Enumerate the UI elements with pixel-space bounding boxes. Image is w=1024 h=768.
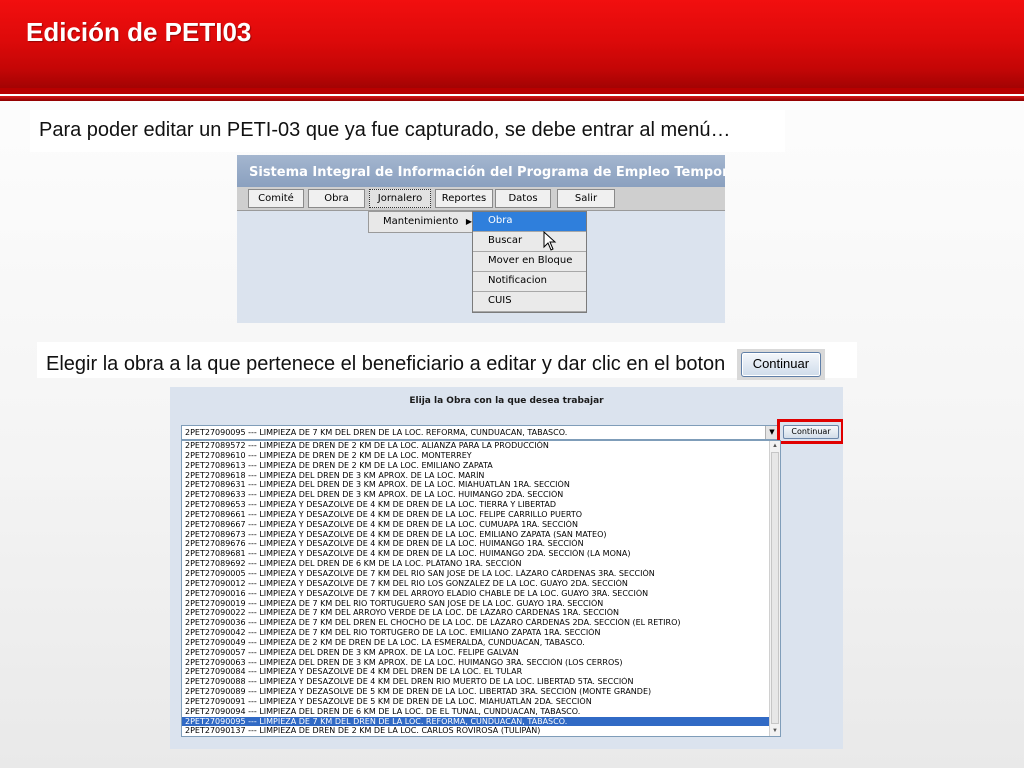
header-divider-dark — [0, 96, 1024, 101]
mantenimiento-dropdown: Obra Buscar Mover en Bloque Notificacion… — [472, 211, 587, 313]
scroll-thumb[interactable] — [771, 452, 779, 724]
menu-item-notificacion[interactable]: Notificacion — [473, 272, 586, 292]
obra-options-list[interactable]: 2PET27089572 --- LIMPIEZA DE DREN DE 2 K… — [181, 440, 781, 737]
obra-select-value: 2PET27090095 --- LIMPIEZA DE 7 KM DEL DR… — [185, 428, 568, 437]
list-item[interactable]: 2PET27089618 --- LIMPIEZA DEL DREN DE 3 … — [182, 471, 780, 481]
continuar-button-sample[interactable]: Continuar — [740, 352, 821, 377]
list-item[interactable]: 2PET27089667 --- LIMPIEZA Y DESAZOLVE DE… — [182, 520, 780, 530]
list-item[interactable]: 2PET27090063 --- LIMPIEZA DEL DREN DE 3 … — [182, 658, 780, 668]
list-item[interactable]: 2PET27089610 --- LIMPIEZA DE DREN DE 2 K… — [182, 451, 780, 461]
instruction-step-2-text: Elegir la obra a la que pertenece el ben… — [46, 353, 726, 375]
list-item[interactable]: 2PET27089572 --- LIMPIEZA DE DREN DE 2 K… — [182, 441, 780, 451]
list-item[interactable]: 2PET27090094 --- LIMPIEZA DEL DREN DE 6 … — [182, 707, 780, 717]
list-item[interactable]: 2PET27089631 --- LIMPIEZA DEL DREN DE 3 … — [182, 480, 780, 490]
list-item[interactable]: 2PET27089661 --- LIMPIEZA Y DESAZOLVE DE… — [182, 510, 780, 520]
scroll-down-icon[interactable]: ▼ — [770, 726, 780, 736]
list-item[interactable]: 2PET27090049 --- LIMPIEZA DE 2 KM DE DRE… — [182, 638, 780, 648]
menu-item-obra[interactable]: Obra — [473, 212, 586, 232]
slide-header: Edición de PETI03 — [0, 0, 1024, 88]
list-item[interactable]: 2PET27089633 --- LIMPIEZA DEL DREN DE 3 … — [182, 490, 780, 500]
menu-item-cuis[interactable]: CUIS — [473, 292, 586, 312]
list-item[interactable]: 2PET27090022 --- LIMPIEZA DE 7 KM DEL AR… — [182, 608, 780, 618]
continuar-button-sample-frame: Continuar — [736, 349, 825, 380]
obra-select-title: Elija la Obra con la que desea trabajar — [409, 396, 604, 406]
list-item[interactable]: 2PET27090057 --- LIMPIEZA DEL DREN DE 3 … — [182, 648, 780, 658]
list-item[interactable]: 2PET27090088 --- LIMPIEZA Y DESAZOLVE DE… — [182, 677, 780, 687]
continuar-button[interactable]: Continuar — [783, 425, 839, 439]
menubar: Comité Obra Jornalero Reportes Datos Sal… — [237, 187, 725, 211]
instruction-step-1: Para poder editar un PETI-03 que ya fue … — [30, 110, 785, 152]
obra-screenshot: Elija la Obra con la que desea trabajar … — [170, 387, 843, 749]
list-scrollbar[interactable]: ▲ ▼ — [769, 441, 780, 736]
list-item[interactable]: 2PET27090095 --- LIMPIEZA DE 7 KM DEL DR… — [182, 716, 780, 727]
menu-jornalero[interactable]: Jornalero — [369, 189, 431, 208]
menu-item-mover-en-bloque[interactable]: Mover en Bloque — [473, 252, 586, 272]
list-item[interactable]: 2PET27090019 --- LIMPIEZA DE 7 KM DEL RI… — [182, 599, 780, 609]
list-item[interactable]: 2PET27090137 --- LIMPIEZA DE DREN DE 2 K… — [182, 726, 780, 736]
list-item[interactable]: 2PET27090012 --- LIMPIEZA Y DESAZOLVE DE… — [182, 579, 780, 589]
submenu-mantenimiento-label: Mantenimiento — [383, 216, 459, 227]
submenu-mantenimiento[interactable]: Mantenimiento ▶ — [368, 211, 476, 233]
obra-options: 2PET27089572 --- LIMPIEZA DE DREN DE 2 K… — [182, 441, 780, 736]
list-item[interactable]: 2PET27090084 --- LIMPIEZA Y DESAZOLVE DE… — [182, 667, 780, 677]
list-item[interactable]: 2PET27090089 --- LIMPIEZA Y DEZASOLVE DE… — [182, 687, 780, 697]
list-item[interactable]: 2PET27089673 --- LIMPIEZA Y DESAZOLVE DE… — [182, 530, 780, 540]
instruction-step-2: Elegir la obra a la que pertenece el ben… — [37, 342, 857, 380]
scroll-up-icon[interactable]: ▲ — [770, 441, 780, 451]
menu-screenshot: Sistema Integral de Información del Prog… — [237, 155, 725, 323]
menu-reportes[interactable]: Reportes — [435, 189, 493, 208]
list-item[interactable]: 2PET27089692 --- LIMPIEZA DEL DREN DE 6 … — [182, 559, 780, 569]
menu-datos[interactable]: Datos — [495, 189, 551, 208]
menu-obra[interactable]: Obra — [308, 189, 365, 208]
menu-salir[interactable]: Salir — [557, 189, 615, 208]
slide-title: Edición de PETI03 — [26, 17, 252, 47]
list-item[interactable]: 2PET27090005 --- LIMPIEZA Y DESAZOLVE DE… — [182, 569, 780, 579]
list-item[interactable]: 2PET27089653 --- LIMPIEZA Y DESAZOLVE DE… — [182, 500, 780, 510]
menu-comite[interactable]: Comité — [248, 189, 304, 208]
list-item[interactable]: 2PET27090016 --- LIMPIEZA Y DESAZOLVE DE… — [182, 589, 780, 599]
list-item[interactable]: 2PET27090091 --- LIMPIEZA Y DESAZOLVE DE… — [182, 697, 780, 707]
mouse-pointer-icon — [543, 231, 557, 251]
list-item[interactable]: 2PET27090036 --- LIMPIEZA DE 7 KM DEL DR… — [182, 618, 780, 628]
system-title: Sistema Integral de Información del Prog… — [237, 155, 725, 187]
list-item[interactable]: 2PET27089681 --- LIMPIEZA Y DESAZOLVE DE… — [182, 549, 780, 559]
list-item[interactable]: 2PET27090042 --- LIMPIEZA DE 7 KM DEL RI… — [182, 628, 780, 638]
obra-select[interactable]: 2PET27090095 --- LIMPIEZA DE 7 KM DEL DR… — [181, 425, 779, 440]
menu-item-buscar[interactable]: Buscar — [473, 232, 586, 252]
list-item[interactable]: 2PET27089676 --- LIMPIEZA Y DESAZOLVE DE… — [182, 539, 780, 549]
list-item[interactable]: 2PET27089613 --- LIMPIEZA DE DREN DE 2 K… — [182, 461, 780, 471]
